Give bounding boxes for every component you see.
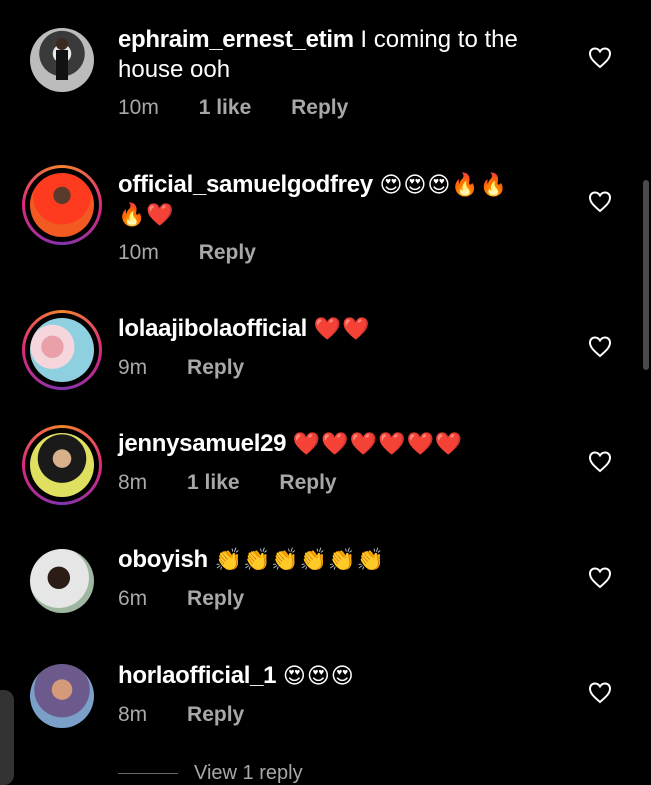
view-replies-button[interactable]: View 1 reply (118, 762, 303, 785)
comment-emoji: ❤️❤️❤️❤️❤️❤️ (292, 431, 464, 456)
comment-emoji-line2: 🔥❤️ (118, 202, 175, 227)
comment-emoji: 👏👏👏👏👏👏 (214, 547, 385, 572)
avatar[interactable] (22, 541, 102, 621)
reply-button[interactable]: Reply (187, 587, 244, 610)
comment-username[interactable]: oboyish (118, 546, 208, 573)
comment-likes[interactable]: 1 like (187, 471, 240, 494)
heart-outline-icon[interactable] (588, 47, 612, 69)
comment-emoji: 😍😍😍 (282, 663, 355, 688)
reply-button[interactable]: Reply (279, 471, 336, 494)
comment-time: 8m (118, 703, 148, 726)
avatar[interactable] (22, 656, 102, 736)
reply-button[interactable]: Reply (199, 241, 256, 264)
comment-meta: 9m Reply (118, 356, 278, 380)
comment-username[interactable]: horlaofficial_1 (118, 662, 277, 689)
comment-likes[interactable]: 1 like (199, 96, 252, 119)
heart-outline-icon[interactable] (588, 451, 612, 473)
comment-username[interactable]: ephraim_ernest_etim (118, 26, 354, 53)
comment-username[interactable]: lolaajibolaofficial (118, 315, 307, 342)
comment-text: ephraim_ernest_etim I coming to the hous… (118, 25, 548, 85)
view-replies-label: View 1 reply (194, 762, 303, 784)
scrollbar[interactable] (643, 180, 649, 370)
heart-outline-icon[interactable] (588, 336, 612, 358)
comment-emoji: ❤️❤️ (313, 316, 371, 341)
comment-text: horlaofficial_1 😍😍😍 (118, 661, 548, 691)
comment-username[interactable]: jennysamuel29 (118, 430, 287, 457)
replies-divider (118, 773, 178, 775)
comment-time: 6m (118, 587, 148, 610)
comment-meta: 8m 1 like Reply (118, 471, 371, 495)
comment-text: lolaajibolaofficial ❤️❤️ (118, 314, 548, 344)
edge-handle[interactable] (0, 690, 14, 785)
heart-outline-icon[interactable] (588, 567, 612, 589)
comment-time: 9m (118, 356, 148, 379)
comment-time: 10m (118, 241, 159, 264)
avatar[interactable] (22, 425, 102, 505)
avatar[interactable] (22, 165, 102, 245)
comment-body: I coming to the (360, 26, 518, 53)
avatar[interactable] (22, 310, 102, 390)
comment-meta: 8m Reply (118, 703, 278, 727)
comment-text: oboyish 👏👏👏👏👏👏 (118, 545, 548, 575)
comment-meta: 6m Reply (118, 587, 278, 611)
comment-emoji: 😍😍😍🔥🔥 (379, 172, 509, 197)
comment-meta: 10m Reply (118, 241, 290, 265)
heart-outline-icon[interactable] (588, 682, 612, 704)
reply-button[interactable]: Reply (291, 96, 348, 119)
comment-time: 10m (118, 96, 159, 119)
avatar[interactable] (22, 20, 102, 100)
comment-text: official_samuelgodfrey 😍😍😍🔥🔥 🔥❤️ (118, 170, 548, 230)
comment-username[interactable]: official_samuelgodfrey (118, 171, 373, 198)
reply-button[interactable]: Reply (187, 356, 244, 379)
comment-text: jennysamuel29 ❤️❤️❤️❤️❤️❤️ (118, 429, 548, 459)
heart-outline-icon[interactable] (588, 191, 612, 213)
comment-body-line2: house ooh (118, 56, 231, 83)
reply-button[interactable]: Reply (187, 703, 244, 726)
comment-meta: 10m 1 like Reply (118, 96, 382, 120)
comment-time: 8m (118, 471, 148, 494)
